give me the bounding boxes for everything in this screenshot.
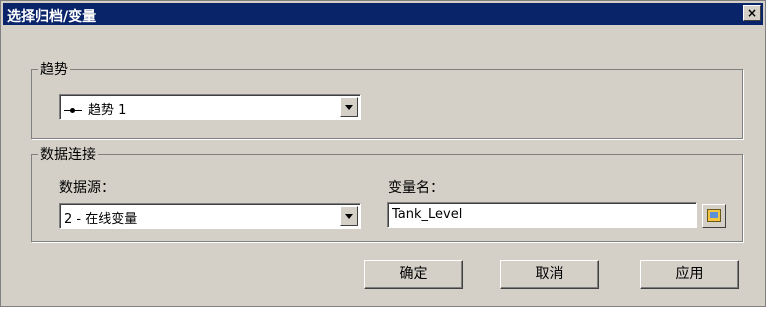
dialog-title: 选择归档/变量 <box>7 9 97 25</box>
variable-browser-icon <box>707 209 721 222</box>
chevron-down-icon[interactable] <box>340 206 358 226</box>
trend-line-icon <box>64 108 82 113</box>
data-source-label: 数据源： <box>59 180 115 196</box>
variable-name-field[interactable]: Tank_Level <box>387 202 697 228</box>
ok-button[interactable]: 确定 <box>364 260 463 289</box>
trend-select-value: 趋势 1 <box>88 103 127 118</box>
data-source-select[interactable]: 2 - 在线变量 <box>59 203 361 229</box>
chevron-down-icon[interactable] <box>340 97 358 117</box>
close-icon: × <box>746 6 758 20</box>
cancel-button[interactable]: 取消 <box>500 260 599 289</box>
title-bar[interactable]: 选择归档/变量 × <box>3 3 763 25</box>
select-archive-variable-dialog: 选择归档/变量 × 趋势 趋势 1 数据连接 数据源： 2 - 在线变量 变量名… <box>0 0 766 307</box>
trend-select[interactable]: 趋势 1 <box>59 94 361 120</box>
data-source-value: 2 - 在线变量 <box>64 212 138 227</box>
data-connection-legend: 数据连接 <box>40 147 96 163</box>
close-button[interactable]: × <box>743 5 761 21</box>
apply-button[interactable]: 应用 <box>640 260 739 289</box>
trend-group-legend: 趋势 <box>40 62 68 78</box>
browse-variable-button[interactable] <box>702 204 726 228</box>
variable-name-label: 变量名： <box>388 180 444 196</box>
variable-name-value: Tank_Level <box>392 207 463 222</box>
